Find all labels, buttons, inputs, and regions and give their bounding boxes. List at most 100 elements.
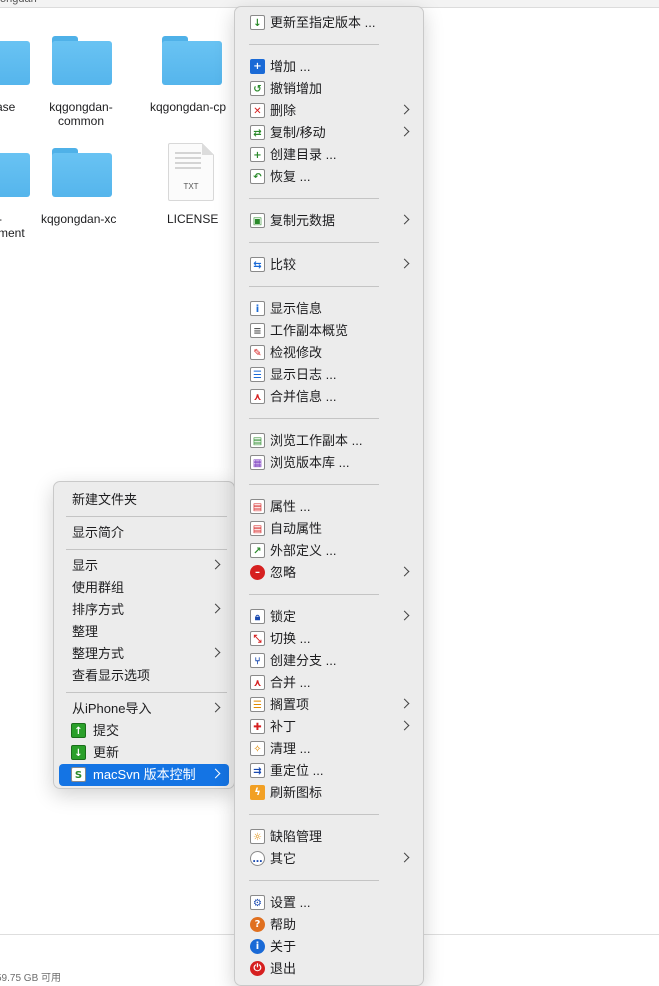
menu-item-new-folder[interactable]: 新建文件夹 — [59, 489, 229, 511]
menu-item-refresh-icons[interactable]: ϟ 刷新图标 — [240, 782, 418, 804]
menu-item-relocate[interactable]: ⇉ 重定位 ... — [240, 760, 418, 782]
menu-item-use-groups[interactable]: 使用群组 — [59, 577, 229, 599]
menu-item-import-iphone[interactable]: 从iPhone导入 — [59, 698, 229, 720]
branch-icon: ⑂ — [250, 653, 265, 668]
menu-item-update[interactable]: ↓ 更新 — [59, 742, 229, 764]
menu-item-get-info[interactable]: 显示简介 — [59, 522, 229, 544]
overview-icon: ≡ — [250, 323, 265, 338]
chevron-right-icon — [399, 104, 410, 115]
menu-item-branch[interactable]: ⑂ 创建分支 ... — [240, 650, 418, 672]
browse-repo-icon: ▦ — [250, 455, 265, 470]
menu-item-merge[interactable]: ⋏ 合并 ... — [240, 672, 418, 694]
finder-context-menu: 新建文件夹 显示简介 显示 使用群组 排序方式 整理 整理方式 查看显示选项 从… — [53, 481, 235, 789]
menu-item-view-options[interactable]: 查看显示选项 — [59, 665, 229, 687]
menu-item-browse-wc[interactable]: ▤ 浏览工作副本 ... — [240, 430, 418, 452]
menu-separator — [249, 814, 379, 815]
folder-icon — [0, 36, 30, 86]
menu-item-update-to-revision[interactable]: ↓ 更新至指定版本 ... — [240, 12, 418, 34]
ignore-icon: – — [250, 565, 265, 580]
patch-icon: ✚ — [250, 719, 265, 734]
file-label: ase — [0, 100, 16, 114]
file-label: kqgongdan-xc — [41, 212, 117, 226]
menu-item-show-log[interactable]: ☰ 显示日志 ... — [240, 364, 418, 386]
menu-item-delete[interactable]: ✕ 删除 — [240, 100, 418, 122]
help-icon: ? — [250, 917, 265, 932]
file-ext: TXT — [183, 182, 199, 191]
chevron-right-icon — [399, 698, 410, 709]
file-label: kqgongdan- common — [49, 100, 113, 128]
menu-item-lock[interactable]: 🔒︎ 锁定 — [240, 606, 418, 628]
folder-icon — [52, 148, 112, 198]
folder-item[interactable] — [0, 148, 30, 198]
copy-move-icon: ⇄ — [250, 125, 265, 140]
menu-item-macsvn[interactable]: S macSvn 版本控制 — [59, 764, 229, 786]
menu-item-compare[interactable]: ⇆ 比较 — [240, 254, 418, 276]
folder-item[interactable] — [51, 36, 113, 86]
menu-item-copy-metadata[interactable]: ▣ 复制元数据 — [240, 210, 418, 232]
folder-icon — [162, 36, 222, 86]
log-icon: ☰ — [250, 367, 265, 382]
menu-item-copy-move[interactable]: ⇄ 复制/移动 — [240, 122, 418, 144]
folder-item[interactable] — [161, 36, 223, 86]
commit-arrow-up-icon: ↑ — [71, 723, 86, 738]
chevron-right-icon — [399, 720, 410, 731]
externals-icon: ↗ — [250, 543, 265, 558]
menu-item-about[interactable]: i 关于 — [240, 936, 418, 958]
folder-item[interactable] — [51, 148, 113, 198]
menu-separator — [249, 286, 379, 287]
refresh-lightning-icon: ϟ — [250, 785, 265, 800]
file-label: - ment — [0, 212, 25, 240]
chevron-right-icon — [210, 603, 221, 614]
chevron-right-icon — [399, 126, 410, 137]
chevron-right-icon — [210, 768, 221, 779]
menu-item-other[interactable]: … 其它 — [240, 848, 418, 870]
menu-item-ignore[interactable]: – 忽略 — [240, 562, 418, 584]
menu-item-auto-props[interactable]: ▤ 自动属性 — [240, 518, 418, 540]
menu-item-quit[interactable]: ⏻ 退出 — [240, 958, 418, 980]
menu-item-switch[interactable]: ⤡ 切换 ... — [240, 628, 418, 650]
menu-item-bug-tracking[interactable]: ☼ 缺陷管理 — [240, 826, 418, 848]
menu-item-show-info[interactable]: i 显示信息 — [240, 298, 418, 320]
menu-item-help[interactable]: ? 帮助 — [240, 914, 418, 936]
menu-item-undo-add[interactable]: ↺ 撤销增加 — [240, 78, 418, 100]
menu-item-revert[interactable]: ↶ 恢复 ... — [240, 166, 418, 188]
create-folder-icon: + — [250, 147, 265, 162]
menu-item-sort-by[interactable]: 排序方式 — [59, 599, 229, 621]
copy-metadata-icon: ▣ — [250, 213, 265, 228]
chevron-right-icon — [399, 214, 410, 225]
menu-item-browse-repo[interactable]: ▦ 浏览版本库 ... — [240, 452, 418, 474]
menu-item-add[interactable]: + 增加 ... — [240, 56, 418, 78]
disk-space-text: 59.75 GB 可用 — [0, 973, 62, 984]
chevron-right-icon — [399, 852, 410, 863]
menu-item-cleanup[interactable]: ✧ 清理 ... — [240, 738, 418, 760]
menu-item-wc-overview[interactable]: ≡ 工作副本概览 — [240, 320, 418, 342]
menu-separator — [66, 516, 227, 517]
menu-item-clean-up-by[interactable]: 整理方式 — [59, 643, 229, 665]
menu-item-shelve[interactable]: ☰ 搁置项 — [240, 694, 418, 716]
menu-item-settings[interactable]: ⚙ 设置 ... — [240, 892, 418, 914]
merge-info-icon: ⋏ — [250, 389, 265, 404]
menu-item-clean-up[interactable]: 整理 — [59, 621, 229, 643]
txt-file-item[interactable]: TXT — [168, 143, 216, 203]
quit-power-icon: ⏻ — [250, 961, 265, 976]
menu-separator — [249, 44, 379, 45]
menu-item-commit[interactable]: ↑ 提交 — [59, 720, 229, 742]
menu-separator — [249, 594, 379, 595]
menu-item-externals[interactable]: ↗ 外部定义 ... — [240, 540, 418, 562]
update-arrow-down-icon: ↓ — [71, 745, 86, 760]
menu-item-mkdir[interactable]: + 创建目录 ... — [240, 144, 418, 166]
folder-icon — [52, 36, 112, 86]
auto-props-icon: ▤ — [250, 521, 265, 536]
menu-separator — [249, 198, 379, 199]
menu-item-show[interactable]: 显示 — [59, 555, 229, 577]
menu-item-check-modifications[interactable]: ✎ 检视修改 — [240, 342, 418, 364]
lock-icon: 🔒︎ — [250, 609, 265, 624]
chevron-right-icon — [210, 702, 221, 713]
menu-item-properties[interactable]: ▤ 属性 ... — [240, 496, 418, 518]
menu-separator — [66, 692, 227, 693]
menu-item-merge-info[interactable]: ⋏ 合并信息 ... — [240, 386, 418, 408]
menu-item-patch[interactable]: ✚ 补丁 — [240, 716, 418, 738]
update-revision-icon: ↓ — [250, 15, 265, 30]
info-doc-icon: i — [250, 301, 265, 316]
menu-separator — [249, 418, 379, 419]
